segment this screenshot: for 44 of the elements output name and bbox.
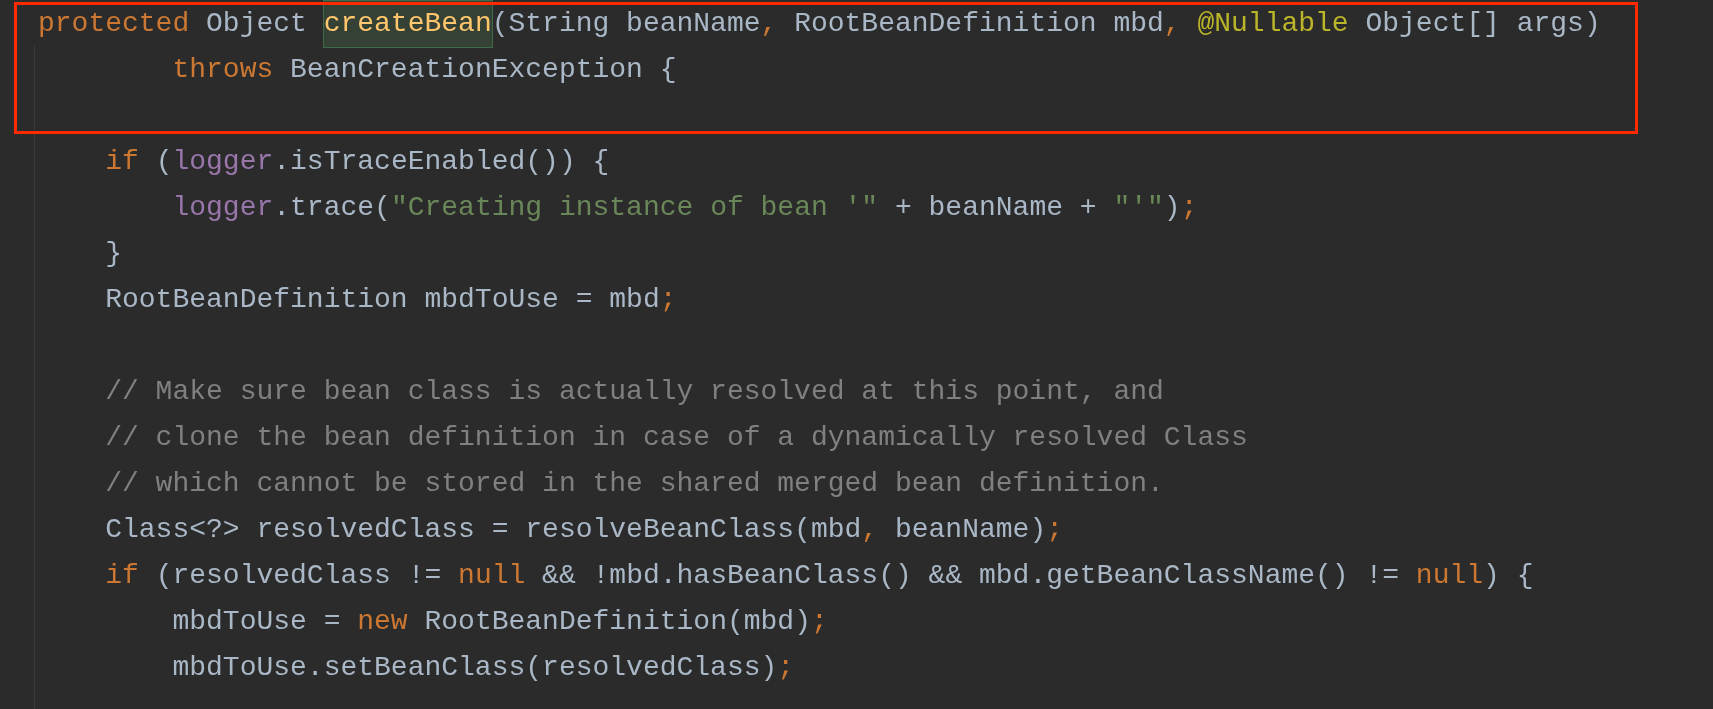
keyword-text: null bbox=[1415, 559, 1484, 593]
comment-text: // Make sure bean class is actually resolved at this point, and bbox=[104, 375, 1164, 409]
punctuation-text: ; bbox=[810, 605, 828, 639]
code-text: ) bbox=[1163, 191, 1181, 225]
string-literal: "Creating instance of bean '" bbox=[390, 191, 879, 225]
code-text: beanName) bbox=[894, 513, 1047, 547]
keyword-text: protected bbox=[38, 7, 190, 41]
code-text: .trace( bbox=[273, 191, 391, 225]
code-text: Object bbox=[205, 7, 308, 41]
code-text: Object[] args) bbox=[1364, 7, 1601, 41]
keyword-text: throws bbox=[171, 53, 274, 87]
code-text: (resolvedClass != bbox=[154, 559, 443, 593]
punctuation-text: , bbox=[1163, 7, 1182, 41]
field-name: logger bbox=[171, 191, 274, 225]
field-name: logger bbox=[172, 145, 274, 179]
code-text: RootBeanDefinition(mbd) bbox=[423, 605, 811, 639]
code-text: Class<?> resolvedClass = resolveBeanClass(mbd bbox=[104, 513, 862, 547]
punctuation-text: ; bbox=[659, 283, 677, 317]
keyword-text: if bbox=[104, 559, 139, 593]
code-text: (String beanName bbox=[491, 7, 761, 41]
code-text: ( bbox=[154, 145, 173, 179]
code-text: } bbox=[104, 237, 122, 271]
code-text: + beanName + bbox=[893, 191, 1098, 225]
code-text: RootBeanDefinition mbd bbox=[794, 7, 1164, 41]
punctuation-text: ; bbox=[1046, 513, 1063, 547]
punctuation-text: , bbox=[861, 513, 880, 547]
punctuation-text: , bbox=[760, 7, 779, 41]
punctuation-text: ; bbox=[1180, 191, 1198, 225]
code-text: RootBeanDefinition mbdToUse = mbd bbox=[104, 283, 660, 317]
keyword-text: new bbox=[357, 605, 408, 639]
code-text: mbdToUse = bbox=[171, 605, 342, 639]
comment-text: // which cannot be stored in the shared merged bean definition. bbox=[104, 467, 1164, 501]
code-text: BeanCreationException { bbox=[289, 53, 677, 87]
string-literal: "'" bbox=[1113, 191, 1164, 225]
code-text: && !mbd.hasBeanClass() && mbd.getBeanClassName() != bbox=[541, 559, 1401, 593]
comment-text: // clone the bean definition in case of a dynamically resolved Class bbox=[104, 421, 1248, 455]
code-text: mbdToUse.setBeanClass(resolvedClass) bbox=[171, 651, 778, 685]
keyword-text: null bbox=[458, 559, 526, 593]
keyword-text: if bbox=[104, 145, 139, 179]
annotation-text: @Nullable bbox=[1197, 7, 1349, 41]
punctuation-text: ; bbox=[777, 651, 795, 685]
code-text: .isTraceEnabled()) { bbox=[273, 145, 610, 179]
code-text: ) { bbox=[1483, 559, 1534, 593]
method-name: createBean bbox=[323, 1, 492, 47]
